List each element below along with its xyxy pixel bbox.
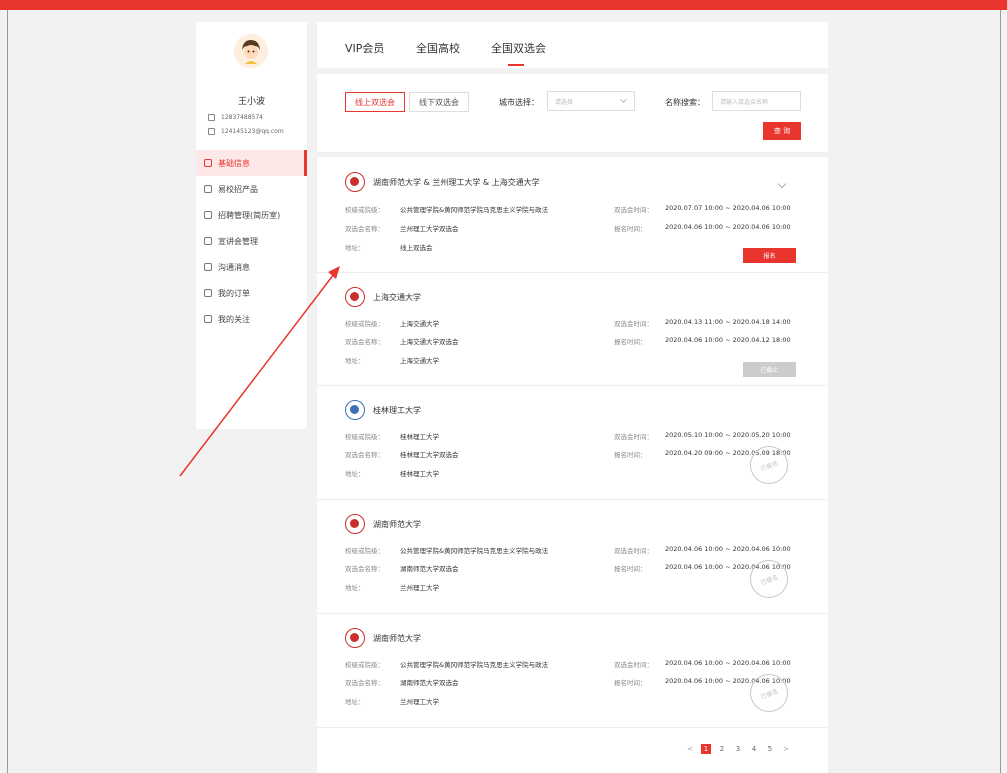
annotation-arrow bbox=[179, 266, 340, 477]
